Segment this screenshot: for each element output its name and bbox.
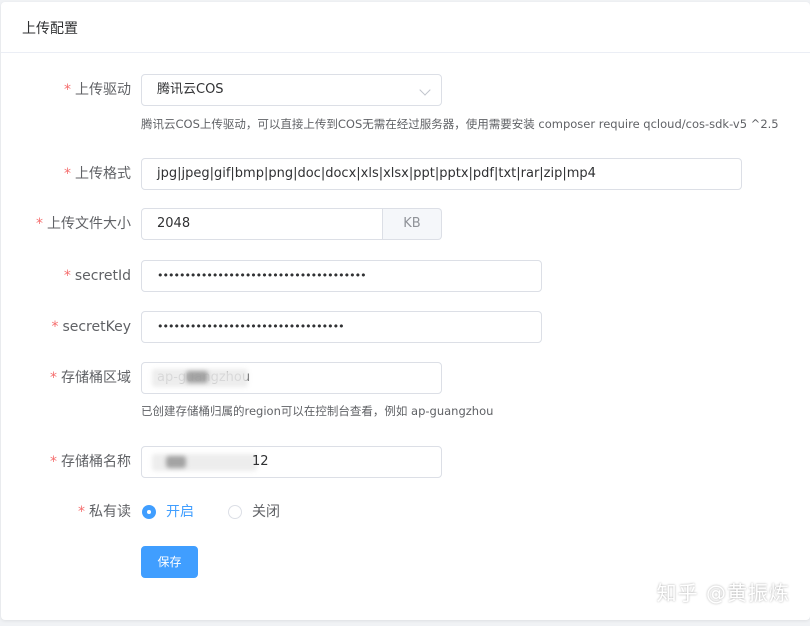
required-mark: * bbox=[50, 454, 57, 470]
radio-enable-label[interactable]: 开启 bbox=[166, 496, 194, 528]
secret-key-input[interactable]: •••••••••••••••••••••••••••••••••• bbox=[141, 311, 542, 343]
form-row-private-read: * 私有读 开启 关闭 bbox=[0, 496, 810, 528]
bucket-input[interactable]: 12 bbox=[141, 446, 442, 478]
format-input[interactable]: jpg|jpeg|gif|bmp|png|doc|docx|xls|xlsx|p… bbox=[141, 158, 742, 190]
required-mark: * bbox=[64, 82, 71, 98]
form-row-region: *存储桶区域 ap-guangzhou bbox=[0, 362, 810, 394]
required-mark: * bbox=[63, 268, 71, 284]
bucket-label: * 存储桶名称 bbox=[50, 454, 131, 470]
form-row-bucket: * 存储桶名称 12 bbox=[0, 446, 810, 478]
redaction-mask bbox=[186, 371, 208, 383]
region-hint: 已创建存储桶归属的region可以在控制台查看，例如 ap-guangzhou bbox=[141, 404, 494, 418]
size-label: * 上传文件大小 bbox=[36, 216, 131, 232]
driver-select[interactable]: 腾讯云COS bbox=[141, 74, 442, 106]
driver-select-value: 腾讯云COS bbox=[157, 82, 224, 97]
bucket-input-value: 12 bbox=[252, 454, 269, 469]
size-input[interactable]: 2048 bbox=[141, 208, 383, 240]
form-row-secret-key: * secretKey •••••••••••••••••••••••••••••… bbox=[0, 311, 810, 343]
secret-key-label: * secretKey bbox=[51, 319, 131, 335]
secret-id-label: * secretId bbox=[63, 268, 131, 284]
driver-label: * 上传驱动 bbox=[64, 82, 131, 98]
required-mark: * bbox=[36, 216, 43, 232]
required-mark: * bbox=[78, 504, 85, 520]
private-read-label: * 私有读 bbox=[78, 504, 131, 520]
region-input[interactable]: ap-guangzhou bbox=[141, 362, 442, 394]
save-button[interactable]: 保存 bbox=[141, 546, 198, 578]
secret-id-input[interactable]: •••••••••••••••••••••••••••••••••••••• bbox=[141, 260, 542, 292]
radio-disable-label[interactable]: 关闭 bbox=[252, 496, 280, 528]
required-mark: * bbox=[51, 319, 59, 335]
card-header: 上传配置 bbox=[1, 2, 810, 53]
card-title: 上传配置 bbox=[22, 21, 78, 37]
format-label: * 上传格式 bbox=[64, 166, 131, 182]
chevron-down-icon bbox=[419, 84, 431, 96]
size-unit-append: KB bbox=[383, 208, 442, 240]
form-row-secret-id: * secretId ••••••••••••••••••••••••••••••… bbox=[0, 260, 810, 292]
required-mark: * bbox=[64, 166, 71, 182]
required-mark: * bbox=[50, 370, 57, 386]
region-label: * 存储桶区域 bbox=[50, 370, 131, 386]
redaction-mask bbox=[166, 456, 186, 468]
radio-enable[interactable] bbox=[142, 505, 156, 519]
form-row-size: * 上传文件大小 2048 KB bbox=[0, 208, 810, 240]
radio-disable[interactable] bbox=[228, 505, 242, 519]
watermark: 知乎 @黄振炼 bbox=[656, 581, 790, 605]
form-row-driver: * 上传驱动 腾讯云COS bbox=[0, 74, 810, 106]
driver-hint: 腾讯云COS上传驱动，可以直接上传到COS无需在经过服务器，使用需要安装 com… bbox=[141, 117, 779, 131]
form-row-format: * 上传格式 jpg|jpeg|gif|bmp|png|doc|docx|xls|… bbox=[0, 158, 810, 190]
